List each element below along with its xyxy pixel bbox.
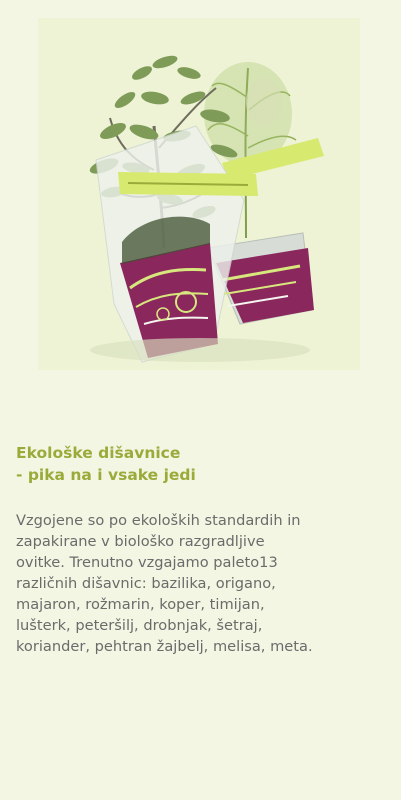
product-title: Ekološke dišavnice - pika na i vsake jed… [16, 442, 386, 486]
product-title-line-1: Ekološke dišavnice [16, 444, 181, 462]
description-line-5: majaron, rožmarin, koper, timijan, [16, 596, 265, 613]
description-line-6: lušterk, peteršilj, drobnjak, šetraj, [16, 617, 263, 634]
description-line-1: Vzgojene so po ekoloških standardih in [16, 512, 301, 529]
description-line-7: koriander, pehtran žajbelj, melisa, meta… [16, 638, 313, 655]
description-line-2: zapakirane v biološko razgradljive [16, 533, 265, 550]
product-description: Vzgojene so po ekoloških standardih in z… [16, 510, 388, 657]
description-line-4: različnih dišavnic: bazilika, origano, [16, 575, 276, 592]
product-photo [38, 18, 360, 370]
product-title-line-2: - pika na i vsake jedi [16, 466, 196, 484]
description-line-3: ovitke. Trenutno vzgajamo paleto13 [16, 554, 278, 571]
